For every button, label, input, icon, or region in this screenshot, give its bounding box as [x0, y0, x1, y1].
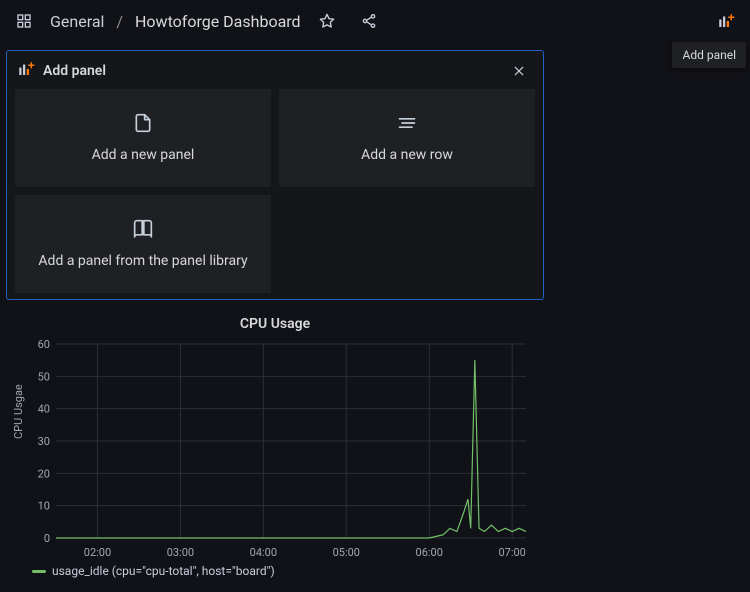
close-icon[interactable] — [507, 59, 531, 83]
svg-text:0: 0 — [44, 532, 50, 545]
y-axis-label: CPU Usgae — [12, 384, 25, 439]
breadcrumb-current[interactable]: Howtoforge Dashboard — [135, 12, 301, 31]
card-label: Add a new row — [361, 147, 453, 163]
share-icon[interactable] — [353, 5, 385, 37]
svg-text:02:00: 02:00 — [84, 546, 111, 559]
add-panel-header-icon — [17, 60, 35, 82]
chart-area: CPU Usgae 0 10 20 30 40 50 60 02:00 03:00 04:00 05… — [14, 338, 536, 560]
rows-icon — [396, 113, 418, 137]
file-icon — [133, 113, 153, 137]
svg-text:05:00: 05:00 — [333, 546, 360, 559]
svg-text:20: 20 — [38, 467, 50, 480]
svg-text:30: 30 — [38, 435, 50, 448]
dashboard-grid-icon[interactable] — [8, 5, 40, 37]
add-panel-tooltip: Add panel — [672, 42, 746, 68]
svg-text:04:00: 04:00 — [250, 546, 277, 559]
breadcrumb-root[interactable]: General — [50, 12, 104, 31]
card-add-new-row[interactable]: Add a new row — [279, 89, 535, 187]
svg-text:03:00: 03:00 — [167, 546, 194, 559]
panel-title: CPU Usage — [14, 312, 536, 338]
svg-text:60: 60 — [38, 338, 50, 351]
chart-legend[interactable]: usage_idle (cpu="cpu-total", host="board… — [14, 560, 536, 578]
drawer-title: Add panel — [43, 63, 106, 79]
card-label: Add a panel from the panel library — [38, 253, 247, 269]
add-panel-drawer: Add panel Add a new panel — [6, 50, 544, 300]
add-panel-button[interactable] — [710, 5, 742, 37]
svg-text:10: 10 — [38, 500, 50, 513]
legend-label: usage_idle (cpu="cpu-total", host="board… — [52, 564, 275, 578]
star-icon[interactable] — [311, 5, 343, 37]
card-add-from-library[interactable]: Add a panel from the panel library — [15, 195, 271, 293]
legend-swatch — [32, 570, 46, 573]
card-label: Add a new panel — [92, 147, 195, 163]
svg-text:50: 50 — [38, 370, 50, 383]
panel-cpu-usage[interactable]: CPU Usage CPU Usgae 0 10 20 30 40 50 60 02:00 03… — [6, 306, 544, 588]
svg-text:40: 40 — [38, 403, 50, 416]
breadcrumb-separator: / — [114, 12, 125, 31]
book-icon — [132, 219, 154, 243]
svg-text:07:00: 07:00 — [498, 546, 525, 559]
card-add-new-panel[interactable]: Add a new panel — [15, 89, 271, 187]
top-toolbar: General / Howtoforge Dashboard — [0, 0, 750, 42]
svg-text:06:00: 06:00 — [416, 546, 443, 559]
